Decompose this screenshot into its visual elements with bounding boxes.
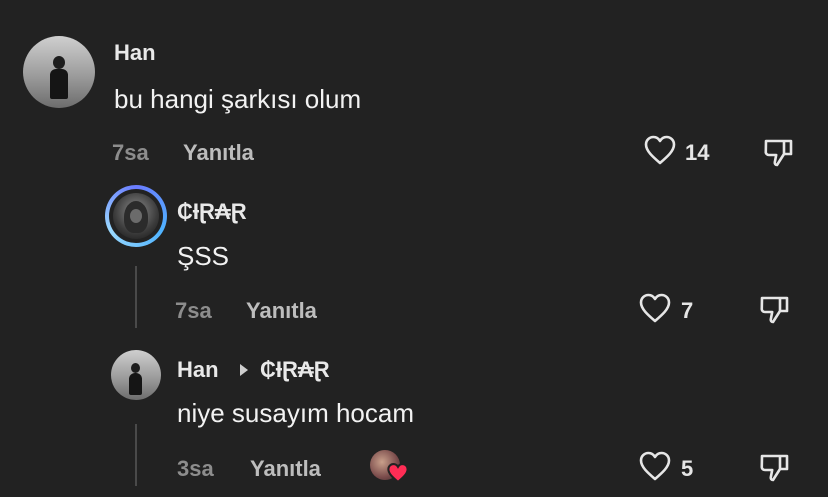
heart-icon [644,135,676,165]
avatar-person-head [131,363,140,373]
like-count: 7 [681,298,694,323]
dislike-button[interactable] [762,135,798,171]
creator-liked-heart-icon [387,463,409,484]
comment-time: 3sa [177,456,214,481]
like-count: 5 [681,456,694,481]
comment-text: bu hangi şarkısı olum [114,84,362,114]
thumbs-down-icon [764,139,793,167]
heart-icon [639,451,671,481]
like-count: 14 [685,140,710,165]
dislike-button[interactable] [758,292,794,328]
comment-author[interactable]: Han [177,357,219,383]
face-shape [130,209,142,223]
thumbs-down-icon [760,296,789,324]
reply-button[interactable]: Yanıtla [246,298,317,324]
dislike-button[interactable] [758,450,794,486]
reply-arrow-icon [238,362,250,383]
comment-time: 7sa [112,140,149,165]
comment-time: 7sa [175,298,212,323]
comment-author[interactable]: ₵ƗⱤ₳Ɽ [177,199,247,225]
user-avatar [113,193,159,239]
thread-line [135,266,137,328]
like-button[interactable] [638,450,674,486]
like-button[interactable] [638,292,674,328]
avatar-person-head [53,56,65,69]
comment-author[interactable]: Han [114,40,156,66]
creator-liked-badge [370,450,410,486]
thread-line [135,424,137,486]
comment-text: niye susayım hocam [177,398,414,428]
reply-button[interactable]: Yanıtla [250,456,321,482]
user-avatar[interactable] [111,350,161,400]
reply-button[interactable]: Yanıtla [183,140,254,166]
heart-icon [639,293,671,323]
thumbs-down-icon [760,454,789,482]
avatar-person-body [129,373,142,395]
like-button[interactable] [643,134,679,170]
user-avatar[interactable] [23,36,95,108]
avatar-person-body [50,69,68,99]
comment-text: ŞSS [177,241,230,271]
story-ring-avatar[interactable] [105,185,167,247]
reply-to-author[interactable]: ₵ƗⱤ₳Ɽ [260,357,330,383]
